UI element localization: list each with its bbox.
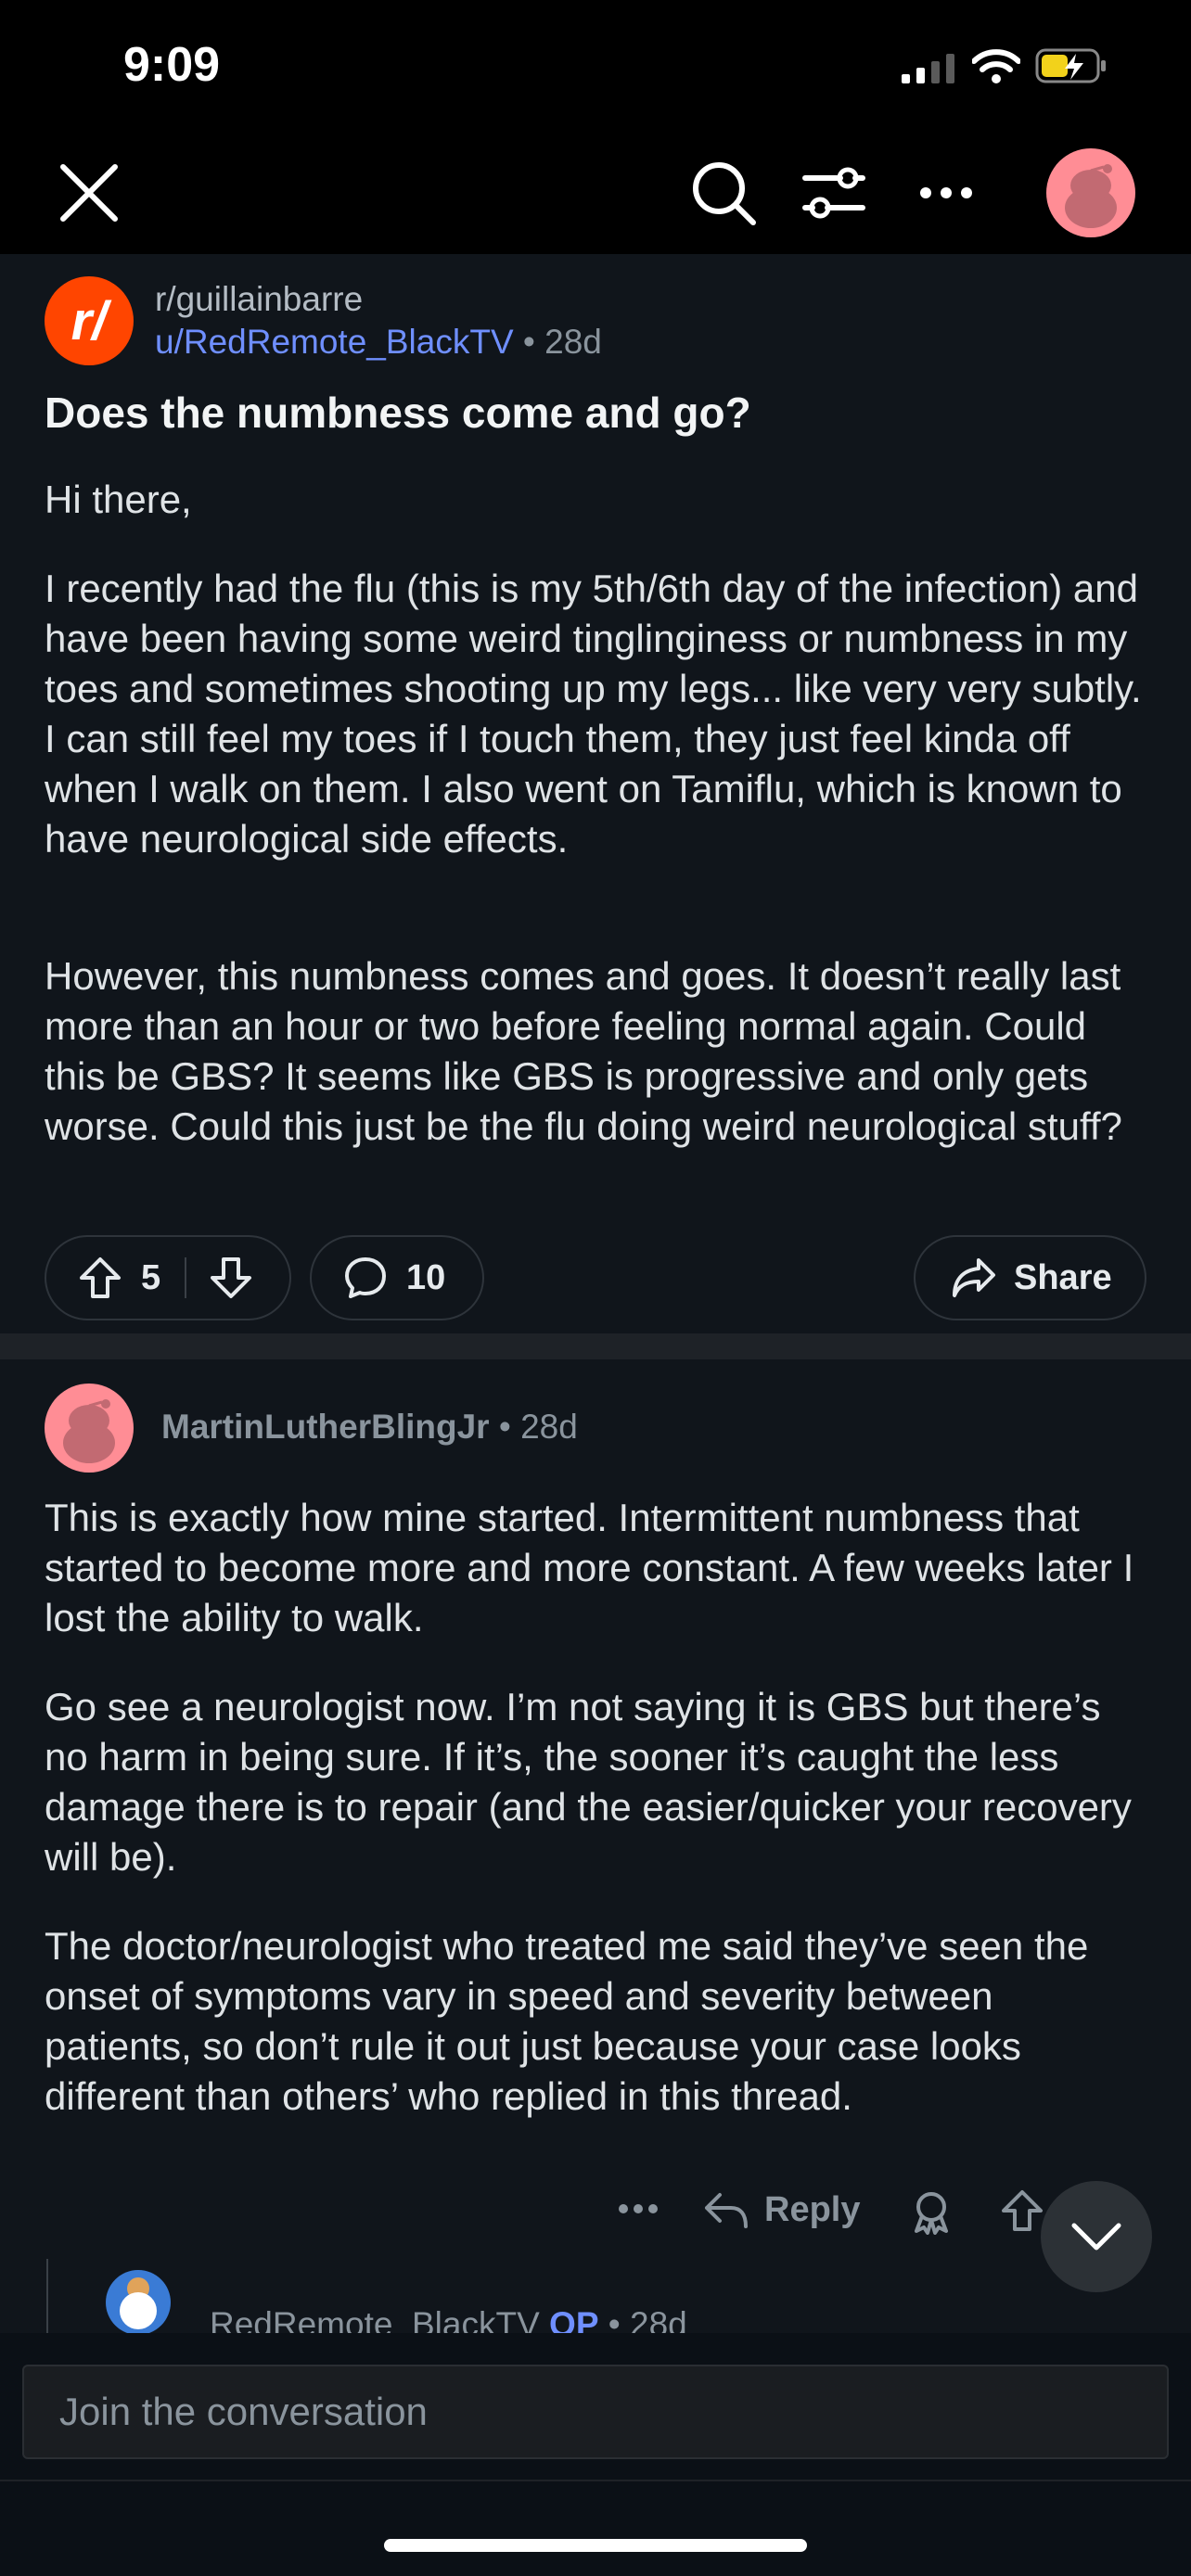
bottom-divider: [0, 2480, 1191, 2481]
comments-button[interactable]: 10: [310, 1235, 484, 1320]
post-paragraph: Hi there,: [45, 478, 192, 521]
reply-author: RedRemote_BlackTV: [210, 2305, 540, 2333]
reply-age: 28d: [630, 2305, 687, 2333]
comment-count: 10: [406, 1257, 446, 1297]
commenter-avatar[interactable]: [45, 1384, 134, 1473]
vote-control: 5: [45, 1235, 291, 1320]
post-author[interactable]: u/RedRemote_BlackTV: [155, 323, 514, 361]
thread-line: [46, 2259, 48, 2333]
post-paragraph: However, this numbness comes and goes. I…: [45, 954, 1122, 1148]
battery-icon: [1035, 48, 1109, 90]
comment-paragraph: The doctor/neurologist who treated me sa…: [45, 1924, 1089, 2118]
comment-meta: MartinLutherBlingJr • 28d: [161, 1408, 578, 1447]
more-icon[interactable]: [918, 182, 974, 209]
home-indicator[interactable]: [384, 2539, 807, 2552]
meta-separator: •: [522, 323, 545, 361]
comment-input[interactable]: Join the conversation: [22, 2365, 1169, 2459]
downvote-icon[interactable]: [209, 1256, 253, 1300]
user-avatar[interactable]: [1046, 148, 1135, 237]
post-paragraph: I recently had the flu (this is my 5th/6…: [45, 567, 1142, 861]
share-label: Share: [1014, 1257, 1112, 1297]
reply-label: Reply: [764, 2190, 861, 2229]
comment-more-icon[interactable]: [618, 2201, 659, 2221]
subreddit-icon[interactable]: r/: [45, 276, 134, 365]
vote-count: 5: [141, 1257, 161, 1297]
section-divider: [0, 1333, 1191, 1359]
comment-icon: [343, 1256, 388, 1300]
reply-preview[interactable]: RedRemote_BlackTV OP • 28d: [45, 2259, 1148, 2333]
op-badge: OP: [549, 2305, 599, 2333]
search-icon[interactable]: [690, 159, 757, 231]
chevron-down-icon: [1070, 2222, 1122, 2251]
award-icon[interactable]: [911, 2190, 952, 2239]
share-icon: [951, 1256, 997, 1299]
status-time: 9:09: [123, 38, 221, 92]
subreddit-name[interactable]: r/guillainbarre: [155, 280, 363, 319]
wifi-icon: [971, 48, 1021, 90]
reply-meta: RedRemote_BlackTV OP • 28d: [210, 2305, 687, 2333]
comment-upvote-icon[interactable]: [1000, 2188, 1044, 2238]
meta-separator: •: [498, 1408, 521, 1446]
upvote-icon[interactable]: [78, 1256, 122, 1300]
signal-icon: [902, 54, 957, 88]
reply-button[interactable]: Reply: [703, 2190, 860, 2230]
reply-avatar: [106, 2270, 171, 2333]
post-age: 28d: [544, 323, 602, 361]
comment-paragraph: Go see a neurologist now. I’m not saying…: [45, 1685, 1132, 1879]
close-icon[interactable]: [58, 161, 121, 229]
share-button[interactable]: Share: [914, 1235, 1146, 1320]
meta-separator: •: [608, 2305, 631, 2333]
comment-author[interactable]: MartinLutherBlingJr: [161, 1408, 490, 1446]
comment-paragraph: This is exactly how mine started. Interm…: [45, 1496, 1134, 1639]
comment-age: 28d: [520, 1408, 578, 1446]
post-title: Does the numbness come and go?: [45, 389, 751, 437]
reply-icon: [703, 2191, 749, 2230]
sort-icon[interactable]: [801, 163, 866, 227]
vote-divider: [185, 1257, 187, 1298]
post-meta: u/RedRemote_BlackTV • 28d: [155, 323, 602, 362]
collapse-button[interactable]: [1041, 2181, 1152, 2292]
top-navigation-bar: [0, 139, 1191, 254]
